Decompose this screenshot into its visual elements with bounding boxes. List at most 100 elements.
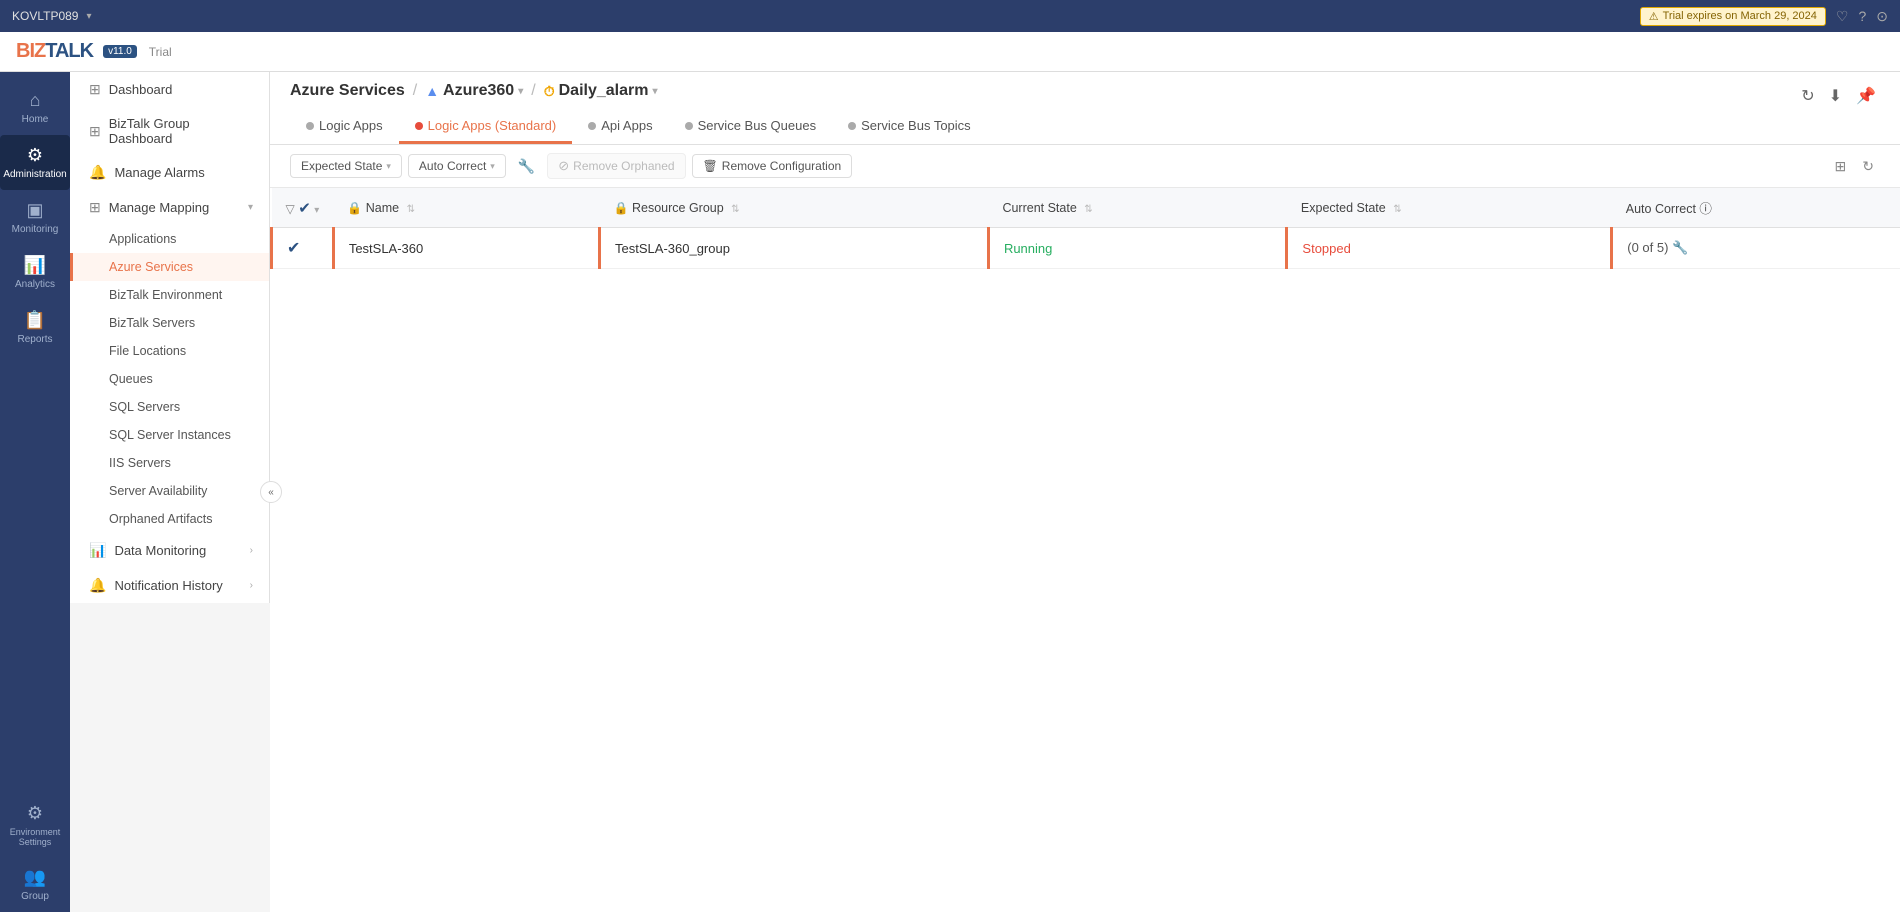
header-actions: ↻ ⬇ 📌 <box>1797 82 1880 110</box>
service-bus-topics-dot <box>848 122 856 130</box>
nav-biztalk-servers[interactable]: BizTalk Servers <box>70 309 269 337</box>
sidebar-item-monitoring[interactable]: ▣ Monitoring <box>0 190 70 245</box>
auto-correct-button[interactable]: Auto Correct ▾ <box>408 154 506 178</box>
sidebar-label-home: Home <box>22 114 49 125</box>
th-auto-correct-label: Auto Correct ⓘ <box>1626 202 1712 216</box>
topbar-chevron-icon[interactable]: ▾ <box>86 11 91 22</box>
sidebar-item-group[interactable]: 👥 Group <box>0 857 70 912</box>
nav-sql-servers[interactable]: SQL Servers <box>70 393 269 421</box>
th-current-state[interactable]: Current State ⇅ <box>988 188 1286 228</box>
current-state-sort-icon[interactable]: ⇅ <box>1084 204 1092 215</box>
tab-service-bus-queues[interactable]: Service Bus Queues <box>669 110 833 144</box>
th-expected-state[interactable]: Expected State ⇅ <box>1287 188 1612 228</box>
sidebar-item-reports[interactable]: 📋 Reports <box>0 300 70 355</box>
nav-sql-server-instances[interactable]: SQL Server Instances <box>70 421 269 449</box>
row-checkbox[interactable]: ✔ <box>272 228 334 269</box>
nav-iis-servers-label: IIS Servers <box>109 456 171 470</box>
azure360-breadcrumb[interactable]: ▲ Azure360 ▾ <box>425 82 523 100</box>
remove-configuration-button[interactable]: 🗑 Remove Configuration <box>692 154 853 178</box>
sidebar-label-administration: Administration <box>3 169 66 180</box>
tab-api-apps[interactable]: Api Apps <box>572 110 668 144</box>
trial-text: Trial expires on March 29, 2024 <box>1663 10 1817 22</box>
nav-orphaned-artifacts[interactable]: Orphaned Artifacts <box>70 505 269 533</box>
heart-icon[interactable]: ♡ <box>1836 8 1849 25</box>
help-icon[interactable]: ? <box>1858 8 1866 24</box>
th-resource-group[interactable]: 🔒 Resource Group ⇅ <box>600 188 989 228</box>
nav-biztalk-group-label: BizTalk Group Dashboard <box>109 116 253 146</box>
nav-notification-history-label: Notification History <box>114 578 222 593</box>
sidebar-item-administration[interactable]: ⚙ Administration <box>0 135 70 190</box>
sidebar-item-analytics[interactable]: 📊 Analytics <box>0 245 70 300</box>
daily-alarm-label: Daily_alarm <box>559 82 649 100</box>
nav-biztalk-group-dashboard[interactable]: ⊞ BizTalk Group Dashboard <box>70 107 269 155</box>
row-expected-state: Stopped <box>1287 228 1612 269</box>
breadcrumb-sep1: / <box>413 82 417 100</box>
nav-file-locations[interactable]: File Locations <box>70 337 269 365</box>
remove-orphaned-button[interactable]: ⊘ Remove Orphaned <box>547 153 685 179</box>
th-check-all-icon[interactable]: ✔ <box>298 200 311 217</box>
api-apps-dot <box>588 122 596 130</box>
tab-service-bus-topics[interactable]: Service Bus Topics <box>832 110 987 144</box>
nav-iis-servers[interactable]: IIS Servers <box>70 449 269 477</box>
analytics-icon: 📊 <box>24 255 46 276</box>
sidebar-item-environment-settings[interactable]: ⚙ Environment Settings <box>0 793 70 857</box>
pin-button[interactable]: 📌 <box>1852 82 1880 110</box>
remove-orphaned-label: Remove Orphaned <box>573 159 674 173</box>
user-icon[interactable]: ⊙ <box>1876 8 1888 25</box>
auto-correct-count: (0 of 5) <box>1627 240 1668 255</box>
sidebar-label-monitoring: Monitoring <box>12 224 59 235</box>
version-badge: v11.0 <box>103 45 137 58</box>
remove-orphaned-circle-icon: ⊘ <box>558 158 569 174</box>
nav-azure-services[interactable]: Azure Services <box>70 253 269 281</box>
th-name-label: Name <box>366 201 399 215</box>
nav-dashboard[interactable]: ⊞ Dashboard <box>70 72 269 107</box>
th-filter-icon[interactable]: ▽ <box>286 202 295 216</box>
breadcrumb-sep2: / <box>531 82 535 100</box>
biztalk-group-icon: ⊞ <box>89 123 101 140</box>
reports-icon: 📋 <box>24 310 46 331</box>
nav-biztalk-servers-label: BizTalk Servers <box>109 316 195 330</box>
name-sort-icon[interactable]: ⇅ <box>407 204 415 215</box>
nav-notification-history[interactable]: 🔔 Notification History › <box>70 568 269 603</box>
expected-state-chevron: ▾ <box>386 161 391 172</box>
nav-server-availability[interactable]: Server Availability <box>70 477 269 505</box>
alarm-clock-icon: ⏱ <box>544 83 555 100</box>
manage-mapping-chevron: ▾ <box>248 202 253 213</box>
logo: BIZTALK v11.0 Trial <box>16 40 172 63</box>
row-resource-group: TestSLA-360_group <box>600 228 989 269</box>
daily-alarm-breadcrumb[interactable]: ⏱ Daily_alarm ▾ <box>544 82 658 100</box>
download-button[interactable]: ⬇ <box>1825 82 1846 110</box>
sidebar-item-home[interactable]: ⌂ Home <box>0 80 70 135</box>
th-name[interactable]: 🔒 Name ⇅ <box>333 188 599 228</box>
tab-logic-apps[interactable]: Logic Apps <box>290 110 399 144</box>
nav-dashboard-label: Dashboard <box>109 82 173 97</box>
resource-group-sort-icon[interactable]: ⇅ <box>731 204 739 215</box>
administration-icon: ⚙ <box>27 145 43 166</box>
nav-queues[interactable]: Queues <box>70 365 269 393</box>
table-filter-button[interactable]: ⊞ <box>1829 154 1853 179</box>
nav-manage-mapping[interactable]: ⊞ Manage Mapping ▾ <box>70 190 269 225</box>
nav-orphaned-artifacts-label: Orphaned Artifacts <box>109 512 213 526</box>
expected-state-sort-icon[interactable]: ⇅ <box>1393 204 1401 215</box>
expected-state-button[interactable]: Expected State ▾ <box>290 154 402 178</box>
topbar: KOVLTP089 ▾ ⚠ Trial expires on March 29,… <box>0 0 1900 32</box>
tab-logic-apps-standard[interactable]: Logic Apps (Standard) <box>399 110 573 144</box>
nav-azure-services-label: Azure Services <box>109 260 193 274</box>
nav-manage-alarms[interactable]: 🔔 Manage Alarms <box>70 155 269 190</box>
nav-biztalk-environment[interactable]: BizTalk Environment <box>70 281 269 309</box>
refresh-button[interactable]: ↻ <box>1797 82 1818 110</box>
home-icon: ⌂ <box>30 90 41 111</box>
wrench-settings-button[interactable]: 🔧 <box>512 154 541 179</box>
env-settings-icon: ⚙ <box>27 803 43 824</box>
table-row[interactable]: ✔ TestSLA-360 TestSLA-360_group Running … <box>272 228 1900 269</box>
nav-data-monitoring[interactable]: 📊 Data Monitoring › <box>70 533 269 568</box>
nav-applications[interactable]: Applications <box>70 225 269 253</box>
table-refresh-button[interactable]: ↻ <box>1856 154 1880 179</box>
row-wrench-icon[interactable]: 🔧 <box>1672 240 1688 255</box>
data-table: ▽ ✔ ▾ 🔒 Name ⇅ 🔒 Resource Group ⇅ <box>270 188 1900 269</box>
row-name: TestSLA-360 <box>333 228 599 269</box>
th-expected-state-label: Expected State <box>1301 201 1386 215</box>
th-check-chevron[interactable]: ▾ <box>314 205 319 216</box>
trial-label: Trial <box>149 45 172 59</box>
collapse-sidebar-button[interactable]: « <box>260 481 282 503</box>
